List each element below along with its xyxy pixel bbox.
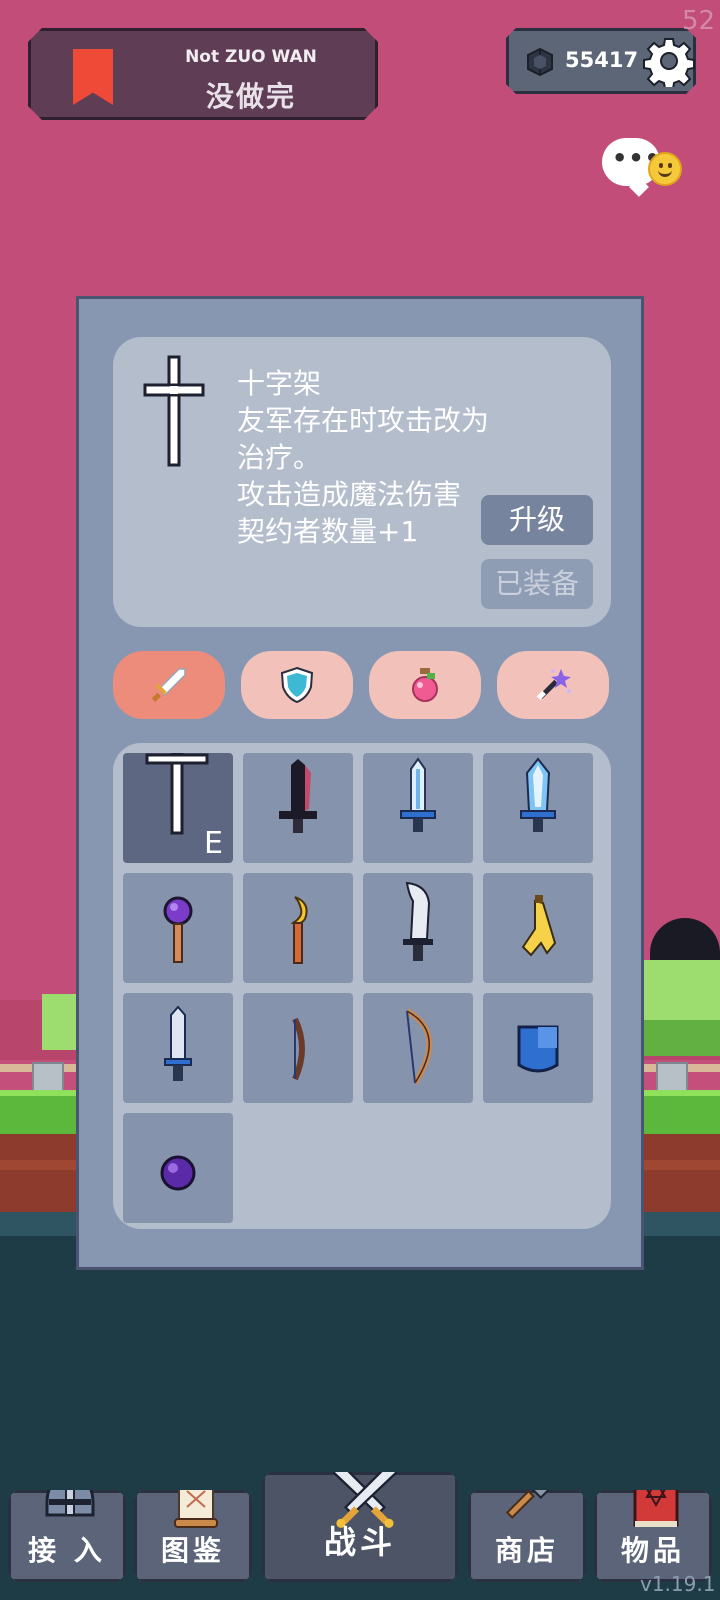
gem-count: 55417 [565, 48, 639, 72]
nav-items-label: 物品 [620, 1534, 685, 1567]
inventory-slot[interactable] [243, 753, 353, 863]
short-sword-icon [164, 1005, 192, 1081]
tab-consumables[interactable] [369, 651, 481, 719]
upgrade-button[interactable]: 升级 [481, 495, 593, 545]
nav-codex-button[interactable]: 图鉴 [134, 1490, 252, 1582]
item-effect-line: 友军存在时攻击改为 [237, 404, 490, 437]
banana-icon [521, 895, 557, 957]
item-effect-line: 契约者数量+1 [237, 515, 419, 548]
gear-icon[interactable] [643, 35, 695, 87]
fps-counter: 52 [682, 6, 716, 36]
longbow-icon [405, 1008, 433, 1085]
item-name: 十字架 [237, 367, 322, 400]
gem-icon [525, 47, 555, 77]
sword-icon [151, 668, 186, 702]
inventory-slot[interactable] [483, 873, 593, 983]
nav-shop-button[interactable]: 商店 [468, 1490, 586, 1582]
nav-shop-label: 商店 [494, 1534, 559, 1567]
shield-icon [280, 666, 314, 704]
item-effect-line: 攻击造成魔法伤害 [237, 478, 462, 511]
nav-items-button[interactable]: 物品 [594, 1490, 712, 1582]
item-effect-line: 治疗。 [237, 441, 322, 474]
item-description: 十字架 友军存在时攻击改为 治疗。 攻击造成魔法伤害 契约者数量+1 [237, 365, 489, 550]
equipped-button[interactable]: 已装备 [481, 559, 593, 609]
moon-staff-icon [290, 896, 308, 964]
item-detail-card: 十字架 友军存在时攻击改为 治疗。 攻击造成魔法伤害 契约者数量+1 升级 已装… [113, 337, 611, 627]
cross-icon [143, 355, 205, 467]
bow-icon [292, 1017, 305, 1081]
inventory-slot[interactable] [363, 753, 473, 863]
equipment-panel: 十字架 友军存在时攻击改为 治疗。 攻击造成魔法伤害 契约者数量+1 升级 已装… [76, 296, 644, 1270]
inventory-slot-cross[interactable]: E [123, 753, 233, 863]
dark-dagger-icon [279, 759, 317, 833]
tab-weapons[interactable] [113, 651, 225, 719]
machete-icon [403, 881, 433, 961]
version-label: v1.19.1 [640, 1572, 716, 1596]
quest-title: 没做完 [205, 80, 296, 113]
quest-subtitle: Not ZUO WAN [185, 47, 317, 67]
potion-icon [412, 668, 438, 702]
nav-recruit-button[interactable]: 接 入 [8, 1490, 126, 1582]
inventory-slot[interactable] [243, 993, 353, 1103]
nav-recruit-label: 接 入 [28, 1534, 106, 1567]
magic-wand-icon [536, 669, 571, 700]
nav-battle-label: 战斗 [323, 1523, 396, 1561]
smile-emoji-icon[interactable] [648, 152, 682, 186]
blue-shield-icon [517, 1025, 559, 1073]
equipped-mark: E [204, 826, 223, 861]
inventory-slot[interactable] [363, 993, 473, 1103]
inventory-slot[interactable] [243, 873, 353, 983]
dark-orb-icon [160, 1155, 196, 1191]
inventory-slot[interactable] [123, 873, 233, 983]
purple-staff-icon [163, 896, 193, 963]
inventory-grid: E [113, 743, 611, 1229]
nav-battle-button[interactable]: 战斗 [262, 1472, 458, 1582]
inventory-slot[interactable] [363, 873, 473, 983]
tab-armor[interactable] [241, 651, 353, 719]
inventory-slot[interactable] [483, 993, 593, 1103]
bookmark-icon [73, 49, 113, 105]
gem-currency-panel: 55417 [506, 28, 696, 94]
tab-magic[interactable] [497, 651, 609, 719]
nav-codex-label: 图鉴 [160, 1534, 225, 1567]
inventory-slot[interactable] [483, 753, 593, 863]
crystal-sword-icon [520, 757, 556, 832]
inventory-slot[interactable] [123, 1113, 233, 1223]
quest-panel[interactable]: Not ZUO WAN 没做完 [28, 28, 378, 120]
ice-sword-icon [400, 757, 436, 832]
inventory-slot[interactable] [123, 993, 233, 1103]
bush-right [640, 960, 720, 1020]
